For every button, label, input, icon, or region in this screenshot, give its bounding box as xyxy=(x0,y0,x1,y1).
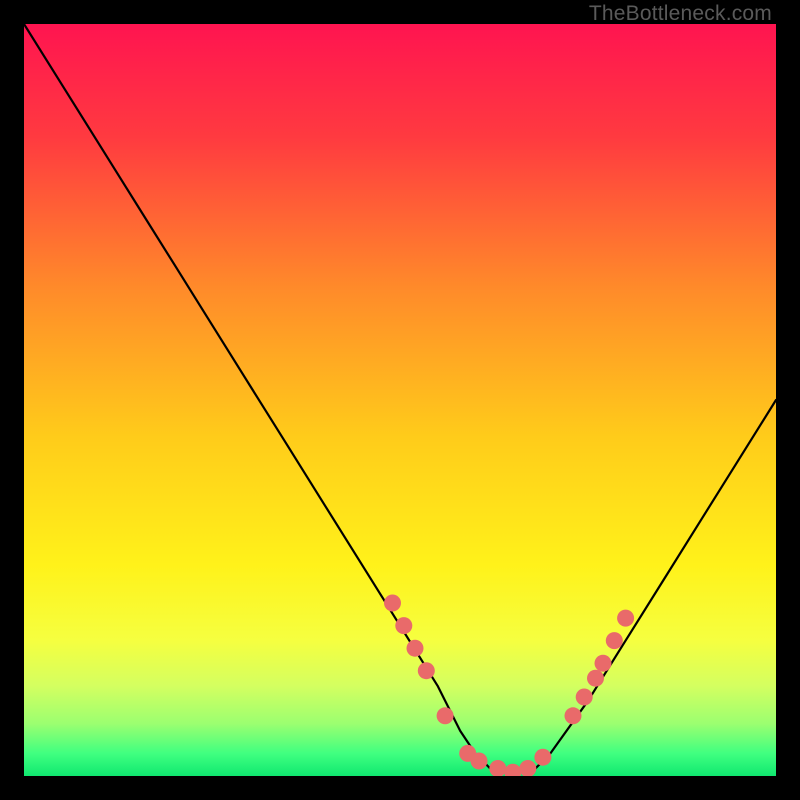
gradient-background xyxy=(24,24,776,776)
marker-point xyxy=(418,662,435,679)
marker-point xyxy=(576,689,593,706)
marker-point xyxy=(587,670,604,687)
marker-point xyxy=(565,707,582,724)
marker-point xyxy=(437,707,454,724)
marker-point xyxy=(617,610,634,627)
marker-point xyxy=(384,595,401,612)
marker-point xyxy=(407,640,424,657)
marker-point xyxy=(534,749,551,766)
marker-point xyxy=(606,632,623,649)
marker-point xyxy=(595,655,612,672)
marker-point xyxy=(395,617,412,634)
marker-point xyxy=(471,753,488,770)
chart-frame xyxy=(24,24,776,776)
bottleneck-chart xyxy=(24,24,776,776)
watermark-text: TheBottleneck.com xyxy=(589,2,772,26)
